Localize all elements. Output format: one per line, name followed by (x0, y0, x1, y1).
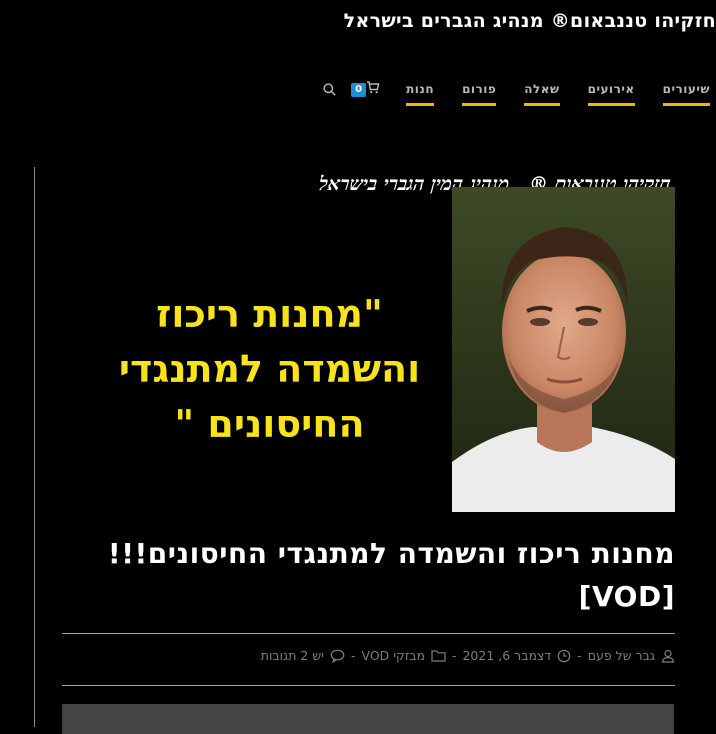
post-author[interactable]: גבר של פעם (588, 648, 675, 663)
comment-icon (330, 649, 345, 663)
search-icon (323, 83, 336, 96)
comments-count[interactable]: יש 2 תגובות (261, 648, 324, 663)
hero-headline-line: והשמדה למתנגדי (118, 347, 421, 391)
user-icon (661, 649, 675, 663)
nav-item-events[interactable]: אירועים (587, 80, 635, 106)
content-block (62, 704, 674, 734)
portrait-photo (452, 187, 675, 512)
search-button[interactable] (323, 81, 336, 100)
meta-divider-bottom (62, 685, 675, 686)
nav-item-lessons[interactable]: שיעורים (662, 80, 710, 106)
cart-button[interactable]: 0 (351, 80, 380, 97)
author-name[interactable]: גבר של פעם (588, 648, 655, 663)
meta-separator: - (350, 648, 356, 663)
nav-item-forum[interactable]: פורום (462, 80, 497, 106)
hero-headline: "מחנות ריכוז והשמדה למתנגדי החיסונים " (82, 287, 457, 452)
cart-count-badge: 0 (351, 83, 367, 97)
meta-separator: - (451, 648, 457, 663)
site-title[interactable]: חזקיהו טננבאום® מנהיג הגברים בישראל (344, 10, 716, 32)
nav-item-question[interactable]: שאלה (524, 80, 560, 106)
post-title-line: מחנות ריכוז והשמדה למתנגדי החיסונים!!! (107, 537, 675, 570)
hero-headline-line: החיסונים " (174, 402, 365, 446)
post-comments[interactable]: יש 2 תגובות (261, 648, 345, 663)
date-text: דצמבר 6, 2021 (462, 648, 552, 663)
post-date: דצמבר 6, 2021 (462, 648, 571, 663)
featured-image[interactable]: חזקיהו טננבאום ® , מנהיג המין הגברי בישר… (62, 167, 675, 512)
clock-icon (557, 649, 571, 662)
folder-icon (431, 650, 446, 662)
meta-separator: - (577, 648, 582, 663)
category-link[interactable]: מבזקי VOD (361, 648, 424, 663)
post-category[interactable]: מבזקי VOD (361, 648, 446, 663)
meta-divider-top (62, 633, 675, 634)
main-nav: שיעורים אירועים שאלה פורום חנות 0 (323, 80, 716, 106)
post-title-line: [VOD] (578, 580, 675, 613)
hero-headline-line: "מחנות ריכוז (156, 292, 383, 336)
post-meta: גבר של פעם - דצמבר 6, 2021 - מבזקי VOD -… (261, 648, 675, 663)
sidebar-divider (34, 167, 35, 727)
cart-icon (367, 81, 380, 94)
nav-item-shop[interactable]: חנות (406, 80, 435, 106)
post-title: מחנות ריכוז והשמדה למתנגדי החיסונים!!! [… (75, 532, 675, 618)
